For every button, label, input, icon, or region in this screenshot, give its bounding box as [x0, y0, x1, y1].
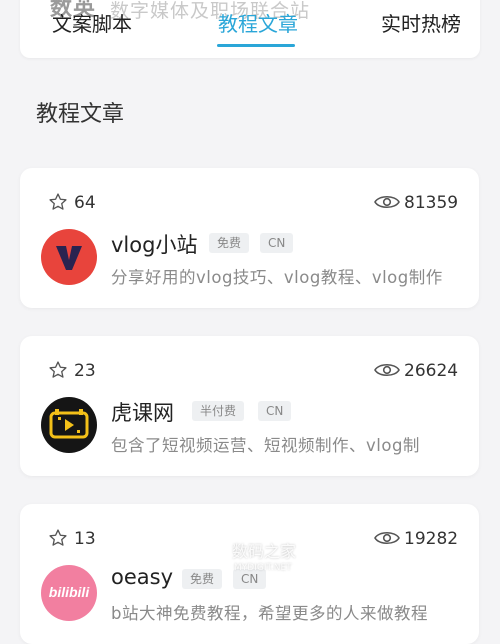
site-description: 包含了短视频运营、短视频制作、vlog制 [111, 436, 420, 455]
watermark-logo-icon [204, 540, 228, 565]
tag-price: 免费 [209, 233, 250, 253]
star-icon[interactable] [48, 192, 68, 212]
tab-copywriting[interactable]: 文案脚本 [52, 8, 132, 37]
tag-region: CN [260, 233, 294, 253]
site-name: 虎课网 [111, 401, 174, 425]
tab-tutorials[interactable]: 教程文章 [218, 8, 298, 37]
star-icon[interactable] [48, 360, 68, 380]
svg-text:bilibili: bilibili [49, 584, 91, 600]
bilibili-logo-icon: bilibili [41, 565, 97, 621]
tab-trending[interactable]: 实时热榜 [381, 8, 461, 37]
site-card-huke[interactable]: 23 26624 虎课网 半付费 CN 包含了短视频运营、短视频制作、vlog制 [20, 336, 479, 476]
eye-icon [374, 531, 400, 545]
huke-logo-icon [41, 397, 97, 453]
star-count: 13 [74, 529, 96, 549]
site-card-vlog[interactable]: 64 81359 vlog小站 免费 CN 分享好用的vlog技巧、vlog教程… [20, 168, 479, 308]
site-name: oeasy [111, 565, 174, 589]
site-name: vlog小站 [111, 233, 198, 257]
view-count: 26624 [404, 361, 459, 381]
view-count: 81359 [404, 193, 459, 213]
star-icon[interactable] [48, 528, 68, 548]
site-description: b站大神免费教程，希望更多的人来做教程 [111, 604, 428, 623]
star-count: 64 [74, 193, 96, 213]
watermark: 数码之家 MYDIGIT.NET [204, 538, 296, 573]
active-tab-indicator [217, 44, 295, 47]
category-tabs: 文案脚本 教程文章 实时热榜 [0, 0, 500, 48]
tag-region: CN [258, 401, 292, 421]
site-description: 分享好用的vlog技巧、vlog教程、vlog制作 [111, 268, 443, 287]
site-card-oeasy[interactable]: 13 19282 bilibili oeasy 免费 CN b站大神免费教程，希… [20, 504, 479, 644]
star-count: 23 [74, 361, 96, 381]
section-title: 教程文章 [36, 102, 125, 127]
view-count: 19282 [404, 529, 459, 549]
vlog-logo-icon [41, 229, 97, 285]
eye-icon [374, 363, 400, 377]
tag-price: 半付费 [192, 401, 245, 421]
eye-icon [374, 195, 400, 209]
